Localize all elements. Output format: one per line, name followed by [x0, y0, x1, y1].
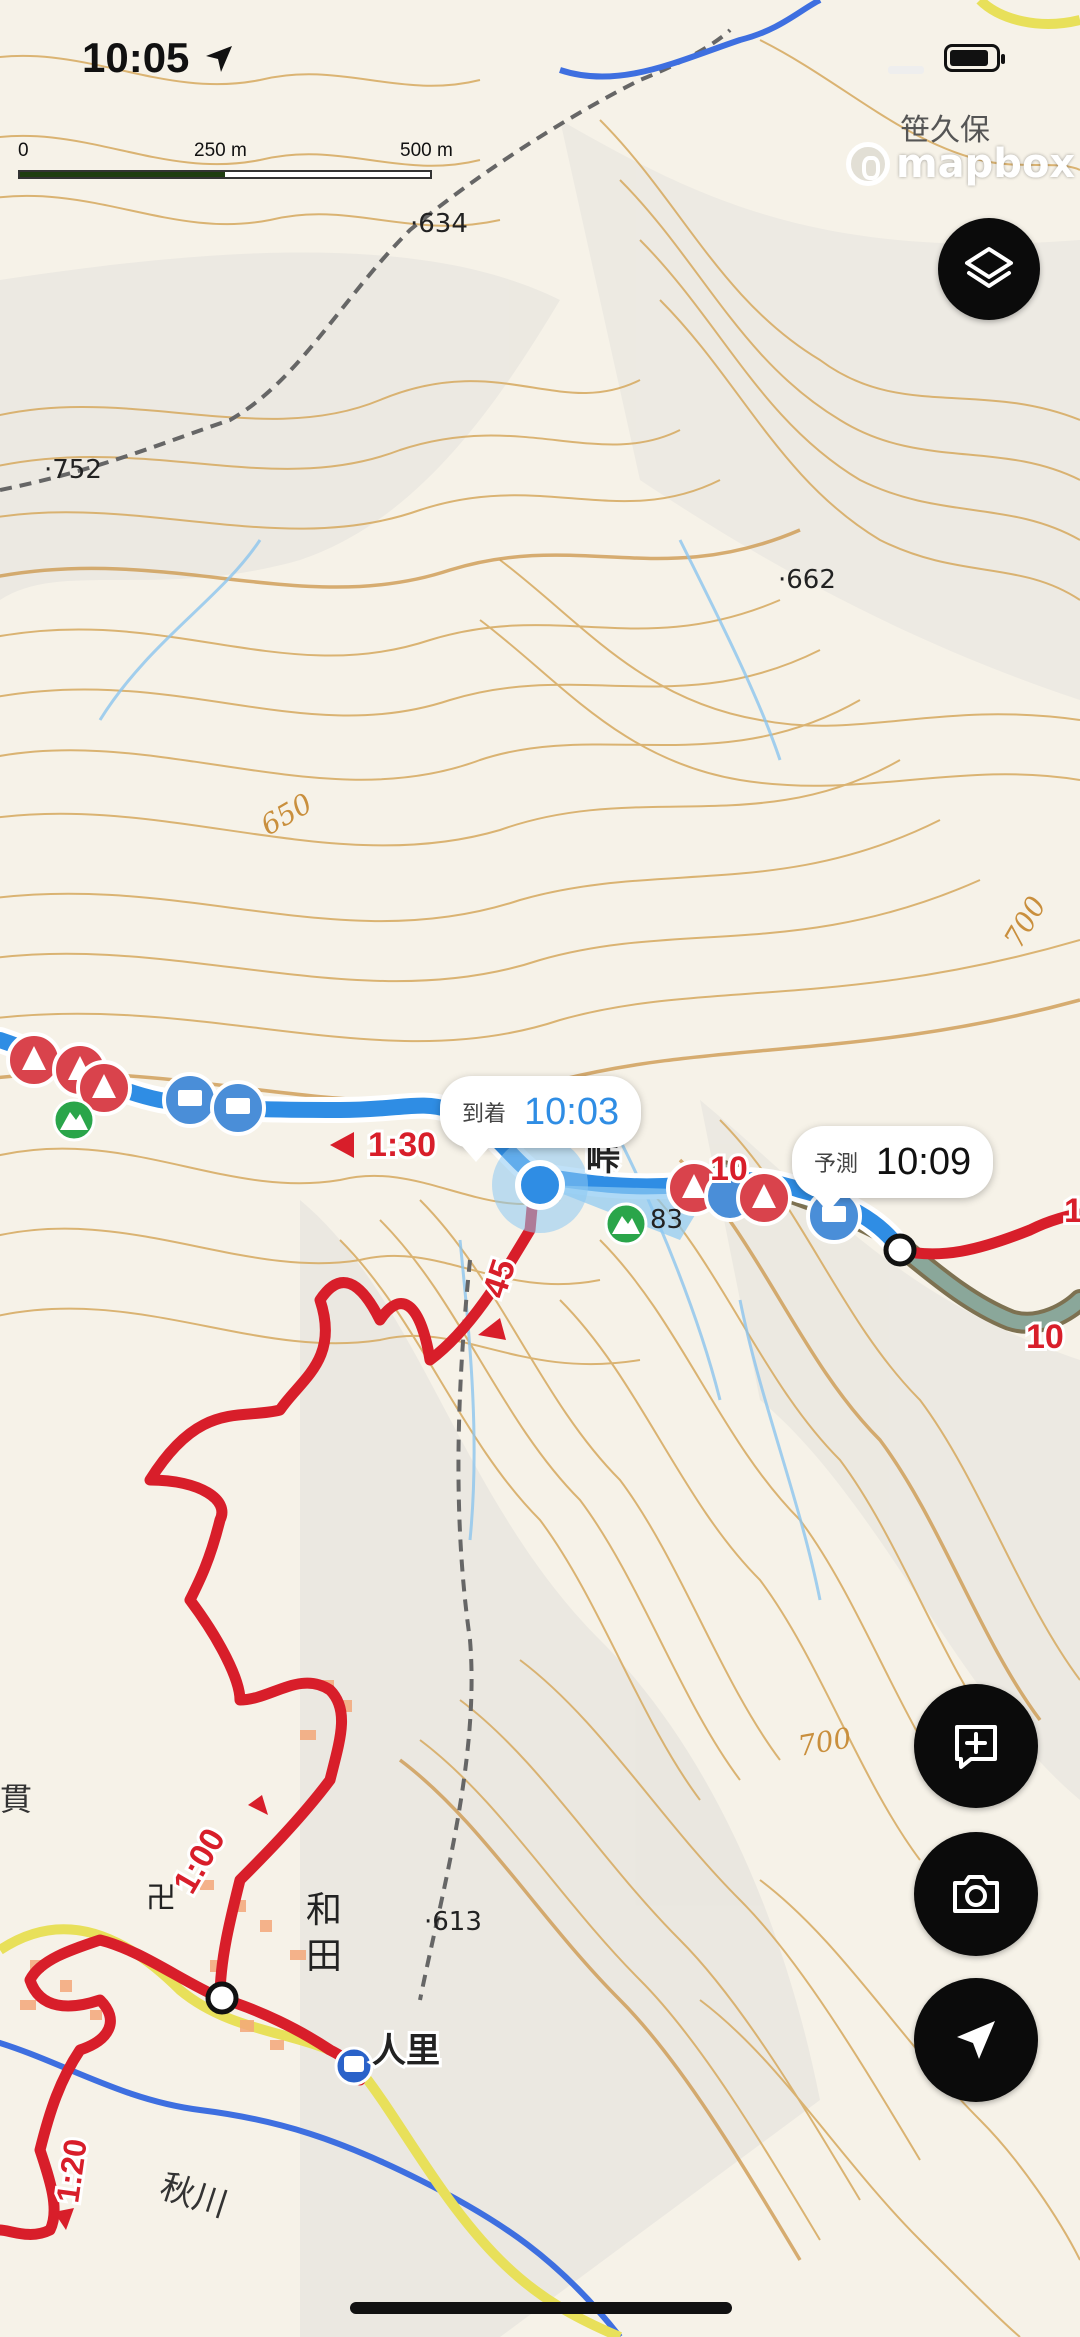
arrival-bubble[interactable]: 到着 10:03	[440, 1076, 642, 1162]
mapbox-wordmark: mapbox	[896, 141, 1076, 187]
peak-icon[interactable]	[52, 1098, 96, 1142]
scale-label: 0	[18, 140, 29, 161]
place-label: 貫	[0, 1780, 32, 1818]
scale-track	[18, 170, 432, 179]
current-location-dot[interactable]	[515, 1160, 565, 1210]
route-time: 1:30	[368, 1126, 436, 1164]
bus-stop-name: 人里	[372, 2031, 440, 2071]
layers-icon	[965, 247, 1013, 288]
location-arrow-icon	[957, 2021, 995, 2059]
bus-stop-icon[interactable]	[334, 2046, 374, 2086]
place-label: 田	[306, 1936, 342, 1977]
arrival-label: 到着	[462, 1101, 507, 1126]
camera-button[interactable]	[914, 1832, 1038, 1956]
camera-icon	[953, 1875, 999, 1913]
temple-symbol: 卍	[146, 1881, 176, 1916]
add-note-icon	[955, 1725, 997, 1769]
route-time: 1	[1064, 1192, 1080, 1230]
status-time: 10:05	[82, 34, 190, 81]
route-time: 10	[1026, 1318, 1064, 1356]
spot-elevation: ·752	[44, 455, 102, 485]
spot-elevation: ·662	[778, 565, 836, 595]
spot-elevation: 83	[650, 1205, 683, 1235]
home-indicator[interactable]	[350, 2302, 732, 2314]
route-time: 10	[710, 1150, 748, 1188]
battery-icon	[944, 44, 1005, 72]
layers-button[interactable]	[938, 218, 1040, 320]
scale-label: 250 m	[194, 140, 247, 161]
add-note-button[interactable]	[914, 1684, 1038, 1808]
prediction-time: 10:09	[876, 1140, 972, 1183]
mapbox-logo[interactable]: mapbox	[846, 140, 1075, 188]
waypoint-circle[interactable]	[883, 1233, 917, 1267]
hazard-pin[interactable]	[6, 1032, 62, 1088]
peak-icon[interactable]	[604, 1202, 648, 1246]
mapbox-mark-icon	[846, 142, 890, 186]
place-label: 和	[306, 1890, 342, 1931]
comment-pin[interactable]	[210, 1080, 266, 1136]
signal-indicator	[888, 66, 924, 74]
prediction-bubble[interactable]: 予測 10:09	[792, 1126, 994, 1212]
comment-pin[interactable]	[162, 1072, 218, 1128]
spot-elevation: ·634	[410, 209, 468, 239]
spot-elevation: ·613	[424, 1907, 482, 1937]
location-services-icon	[206, 46, 232, 72]
scale-label: 500 m	[400, 140, 453, 161]
prediction-label: 予測	[814, 1151, 859, 1176]
waypoint-circle[interactable]	[205, 1981, 239, 2015]
arrival-time: 10:03	[524, 1090, 620, 1133]
locate-button[interactable]	[914, 1978, 1038, 2102]
scale-fill	[20, 172, 225, 177]
